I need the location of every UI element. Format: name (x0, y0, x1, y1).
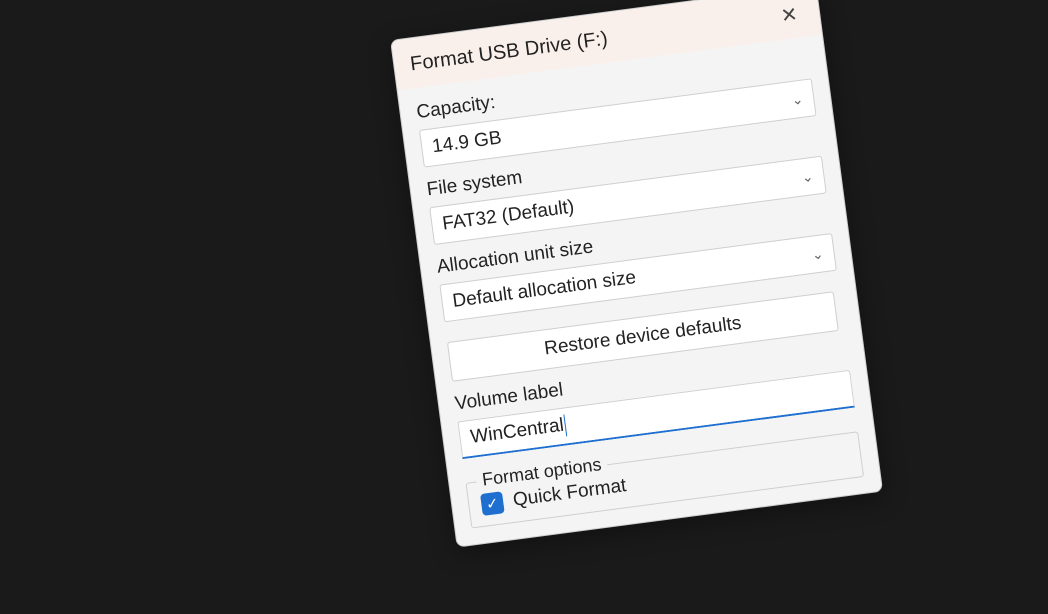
restore-defaults-label: Restore device defaults (543, 313, 743, 361)
close-button[interactable]: ✕ (773, 0, 804, 30)
chevron-down-icon: ⌄ (800, 164, 815, 189)
chevron-down-icon: ⌄ (810, 241, 825, 266)
close-icon: ✕ (779, 1, 799, 28)
check-icon: ✓ (485, 495, 499, 512)
format-dialog: Format USB Drive (F:) ✕ Capacity: 14.9 G… (390, 0, 883, 548)
capacity-value: 14.9 GB (431, 126, 503, 159)
filesystem-value: FAT32 (Default) (441, 196, 576, 237)
chevron-down-icon: ⌄ (790, 87, 805, 112)
quick-format-checkbox[interactable]: ✓ (480, 491, 505, 516)
